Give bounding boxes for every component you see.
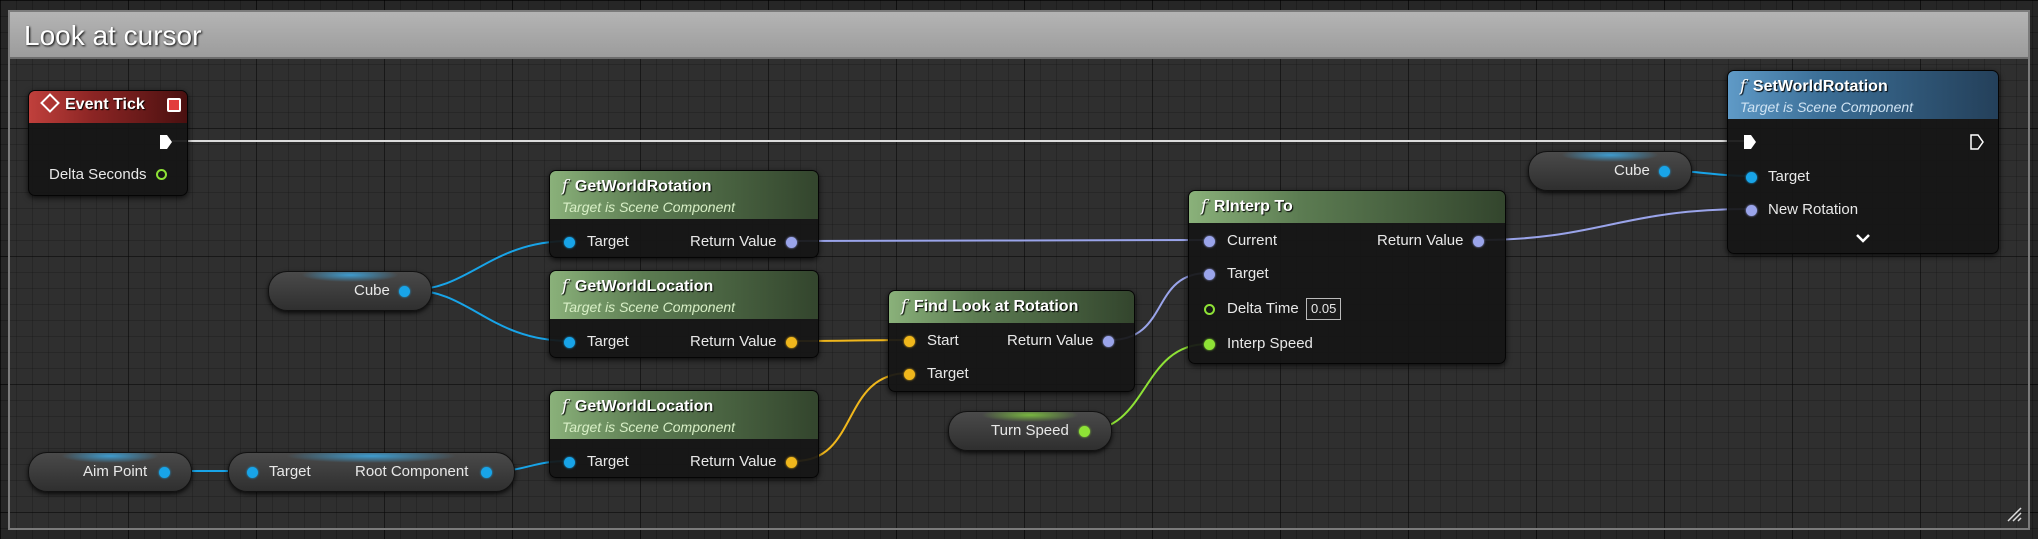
- new-rotation-label: New Rotation: [1768, 201, 1859, 218]
- cube-variable-node-2[interactable]: Cube: [1528, 151, 1692, 191]
- delta-time-pin[interactable]: [1204, 304, 1215, 315]
- function-icon: f: [1201, 196, 1207, 215]
- target-pin[interactable]: [564, 457, 575, 468]
- find-look-at-rotation-title: Find Look at Rotation: [913, 298, 1079, 315]
- return-value-pin[interactable]: [786, 337, 797, 348]
- cube-variable-node[interactable]: Cube: [268, 271, 432, 311]
- find-look-at-rotation-node[interactable]: f Find Look at Rotation Start Return Valu…: [888, 290, 1135, 392]
- exec-out-pin[interactable]: [159, 134, 172, 149]
- comment-header[interactable]: Look at cursor: [10, 12, 2028, 59]
- return-value-pin[interactable]: [786, 457, 797, 468]
- return-value-label: Return Value: [690, 453, 777, 470]
- set-world-rotation-header[interactable]: f SetWorldRotation Target is Scene Compon…: [1728, 71, 1998, 119]
- get-world-location-subtitle-2: Target is Scene Component: [562, 419, 736, 435]
- comment-title[interactable]: Look at cursor: [24, 20, 201, 52]
- get-world-location-header[interactable]: f GetWorldLocation Target is Scene Compon…: [550, 271, 818, 319]
- delta-seconds-label: Delta Seconds: [49, 166, 147, 183]
- stop-icon[interactable]: [167, 98, 181, 112]
- aim-point-variable-node[interactable]: Aim Point: [28, 452, 192, 492]
- get-world-location-node-2[interactable]: f GetWorldLocation Target is Scene Compon…: [549, 390, 819, 478]
- event-diamond-icon: [40, 92, 60, 113]
- start-pin[interactable]: [904, 336, 915, 347]
- function-icon: f: [562, 396, 568, 415]
- interp-speed-pin[interactable]: [1204, 339, 1215, 350]
- cube-label: Cube: [354, 282, 390, 299]
- get-world-location-title-2: GetWorldLocation: [574, 398, 714, 415]
- target-label: Target: [587, 453, 629, 470]
- target-label: Target: [269, 463, 311, 480]
- function-icon: f: [901, 296, 907, 315]
- target-pin[interactable]: [564, 337, 575, 348]
- turn-speed-variable-node[interactable]: Turn Speed: [948, 411, 1112, 451]
- target-label: Target: [927, 365, 969, 382]
- return-value-label: Return Value: [690, 233, 777, 250]
- function-icon: f: [562, 176, 568, 195]
- get-world-rotation-node[interactable]: f GetWorldRotation Target is Scene Compon…: [549, 170, 819, 258]
- exec-out-pin[interactable]: [1970, 134, 1984, 150]
- find-look-at-rotation-header[interactable]: f Find Look at Rotation: [889, 291, 1134, 323]
- set-world-rotation-subtitle: Target is Scene Component: [1740, 99, 1914, 115]
- set-world-rotation-node[interactable]: f SetWorldRotation Target is Scene Compon…: [1727, 70, 1999, 254]
- get-world-rotation-title: GetWorldRotation: [574, 178, 712, 195]
- set-world-rotation-title: SetWorldRotation: [1752, 78, 1888, 95]
- get-world-rotation-subtitle: Target is Scene Component: [562, 199, 736, 215]
- exec-arrow-icon: [1744, 135, 1756, 149]
- cube-pin[interactable]: [399, 286, 410, 297]
- new-rotation-pin[interactable]: [1746, 205, 1757, 216]
- cube-label-2: Cube: [1614, 162, 1650, 179]
- function-icon: f: [562, 276, 568, 295]
- get-world-location-header-2[interactable]: f GetWorldLocation Target is Scene Compon…: [550, 391, 818, 439]
- target-pin[interactable]: [904, 369, 915, 380]
- rinterp-to-node[interactable]: f RInterp To Current Return Value Target …: [1188, 190, 1506, 364]
- target-label: Target: [587, 333, 629, 350]
- get-world-location-subtitle: Target is Scene Component: [562, 299, 736, 315]
- exec-arrow-icon: [1970, 134, 1984, 150]
- event-tick-node[interactable]: Event Tick Delta Seconds: [28, 90, 188, 196]
- start-label: Start: [927, 332, 959, 349]
- aim-point-pin[interactable]: [159, 467, 170, 478]
- return-value-label: Return Value: [690, 333, 777, 350]
- rinterp-to-title: RInterp To: [1213, 198, 1293, 215]
- interp-speed-label: Interp Speed: [1227, 335, 1313, 352]
- target-label: Target: [1768, 168, 1810, 185]
- turn-speed-pin[interactable]: [1079, 426, 1090, 437]
- rinterp-to-header[interactable]: f RInterp To: [1189, 191, 1505, 223]
- current-label: Current: [1227, 232, 1278, 249]
- exec-in-pin[interactable]: [1743, 134, 1756, 149]
- target-pin[interactable]: [564, 237, 575, 248]
- root-component-label: Root Component: [355, 463, 469, 480]
- get-world-location-title: GetWorldLocation: [574, 278, 714, 295]
- get-world-rotation-header[interactable]: f GetWorldRotation Target is Scene Compon…: [550, 171, 818, 219]
- delta-time-input[interactable]: 0.05: [1306, 298, 1342, 320]
- target-pin[interactable]: [1746, 172, 1757, 183]
- return-value-label: Return Value: [1377, 232, 1464, 249]
- cube-pin-2[interactable]: [1659, 166, 1670, 177]
- target-label: Target: [587, 233, 629, 250]
- return-value-pin[interactable]: [1103, 336, 1114, 347]
- return-value-label: Return Value: [1007, 332, 1094, 349]
- event-tick-title: Event Tick: [65, 96, 145, 113]
- chevron-down-icon[interactable]: [1853, 233, 1873, 245]
- exec-arrow-icon: [160, 135, 172, 149]
- resize-grip-icon[interactable]: [2006, 506, 2022, 522]
- function-icon: f: [1740, 76, 1746, 95]
- delta-time-label: Delta Time: [1227, 300, 1299, 317]
- target-pin[interactable]: [247, 467, 258, 478]
- return-value-pin[interactable]: [786, 237, 797, 248]
- delta-seconds-pin[interactable]: [156, 169, 167, 180]
- root-component-node[interactable]: Target Root Component: [228, 452, 515, 492]
- turn-speed-label: Turn Speed: [991, 422, 1069, 439]
- target-pin[interactable]: [1204, 269, 1215, 280]
- event-tick-header[interactable]: Event Tick: [29, 91, 187, 123]
- return-value-pin[interactable]: [1473, 236, 1484, 247]
- root-component-pin[interactable]: [481, 467, 492, 478]
- aim-point-label: Aim Point: [83, 463, 148, 480]
- get-world-location-node[interactable]: f GetWorldLocation Target is Scene Compon…: [549, 270, 819, 358]
- current-pin[interactable]: [1204, 236, 1215, 247]
- target-label: Target: [1227, 265, 1269, 282]
